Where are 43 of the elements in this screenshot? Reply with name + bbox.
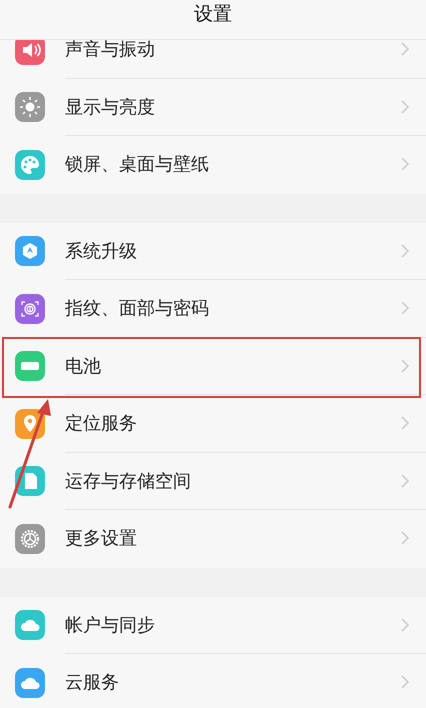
row-label: 显示与亮度	[65, 96, 156, 119]
row-label: 系统升级	[65, 240, 138, 263]
chevron-icon	[400, 530, 410, 546]
settings-row[interactable]: 定位服务	[0, 395, 426, 452]
settings-row[interactable]: 声音与振动	[0, 40, 426, 78]
battery-icon	[15, 351, 45, 382]
settings-row[interactable]: 运存与存储空间	[0, 452, 426, 510]
cloud-icon	[15, 668, 45, 698]
cube-icon	[15, 236, 45, 266]
settings-row[interactable]: 电池	[0, 338, 426, 395]
fingerprint-icon	[15, 294, 45, 324]
settings-row[interactable]: 锁屏、桌面与壁纸	[0, 136, 426, 194]
row-label: 云服务	[65, 671, 120, 694]
row-label: 电池	[65, 354, 102, 378]
chevron-icon	[400, 415, 410, 432]
settings-row[interactable]: 云服务	[0, 654, 426, 708]
sun-icon	[15, 92, 45, 122]
chevron-icon	[400, 98, 410, 115]
page-title: 设置	[194, 2, 232, 27]
settings-row[interactable]: 帐户与同步	[0, 596, 426, 654]
chevron-icon	[400, 358, 410, 374]
chevron-icon	[400, 300, 410, 316]
row-label: 定位服务	[65, 412, 138, 436]
chevron-icon	[400, 156, 410, 172]
row-label: 帐户与同步	[65, 614, 156, 637]
chevron-icon	[400, 616, 410, 633]
settings-row[interactable]: 更多设置	[0, 510, 426, 568]
cloud-icon	[15, 610, 45, 640]
row-label: 更多设置	[65, 527, 138, 550]
settings-row[interactable]: 系统升级	[0, 222, 426, 280]
settings-row[interactable]: 显示与亮度	[0, 78, 426, 136]
row-label: 声音与振动	[65, 40, 156, 62]
row-label: 运存与存储空间	[65, 470, 192, 493]
sd-card-icon	[15, 466, 45, 496]
chevron-icon	[400, 242, 410, 259]
chevron-icon	[400, 41, 410, 58]
gear-icon	[15, 524, 45, 554]
row-label: 指纹、面部与密码	[65, 297, 210, 320]
chevron-icon	[400, 472, 410, 489]
settings-row[interactable]: 指纹、面部与密码	[0, 280, 426, 338]
chevron-icon	[400, 674, 410, 690]
palette-icon	[15, 150, 45, 180]
row-label: 锁屏、桌面与壁纸	[65, 153, 210, 176]
